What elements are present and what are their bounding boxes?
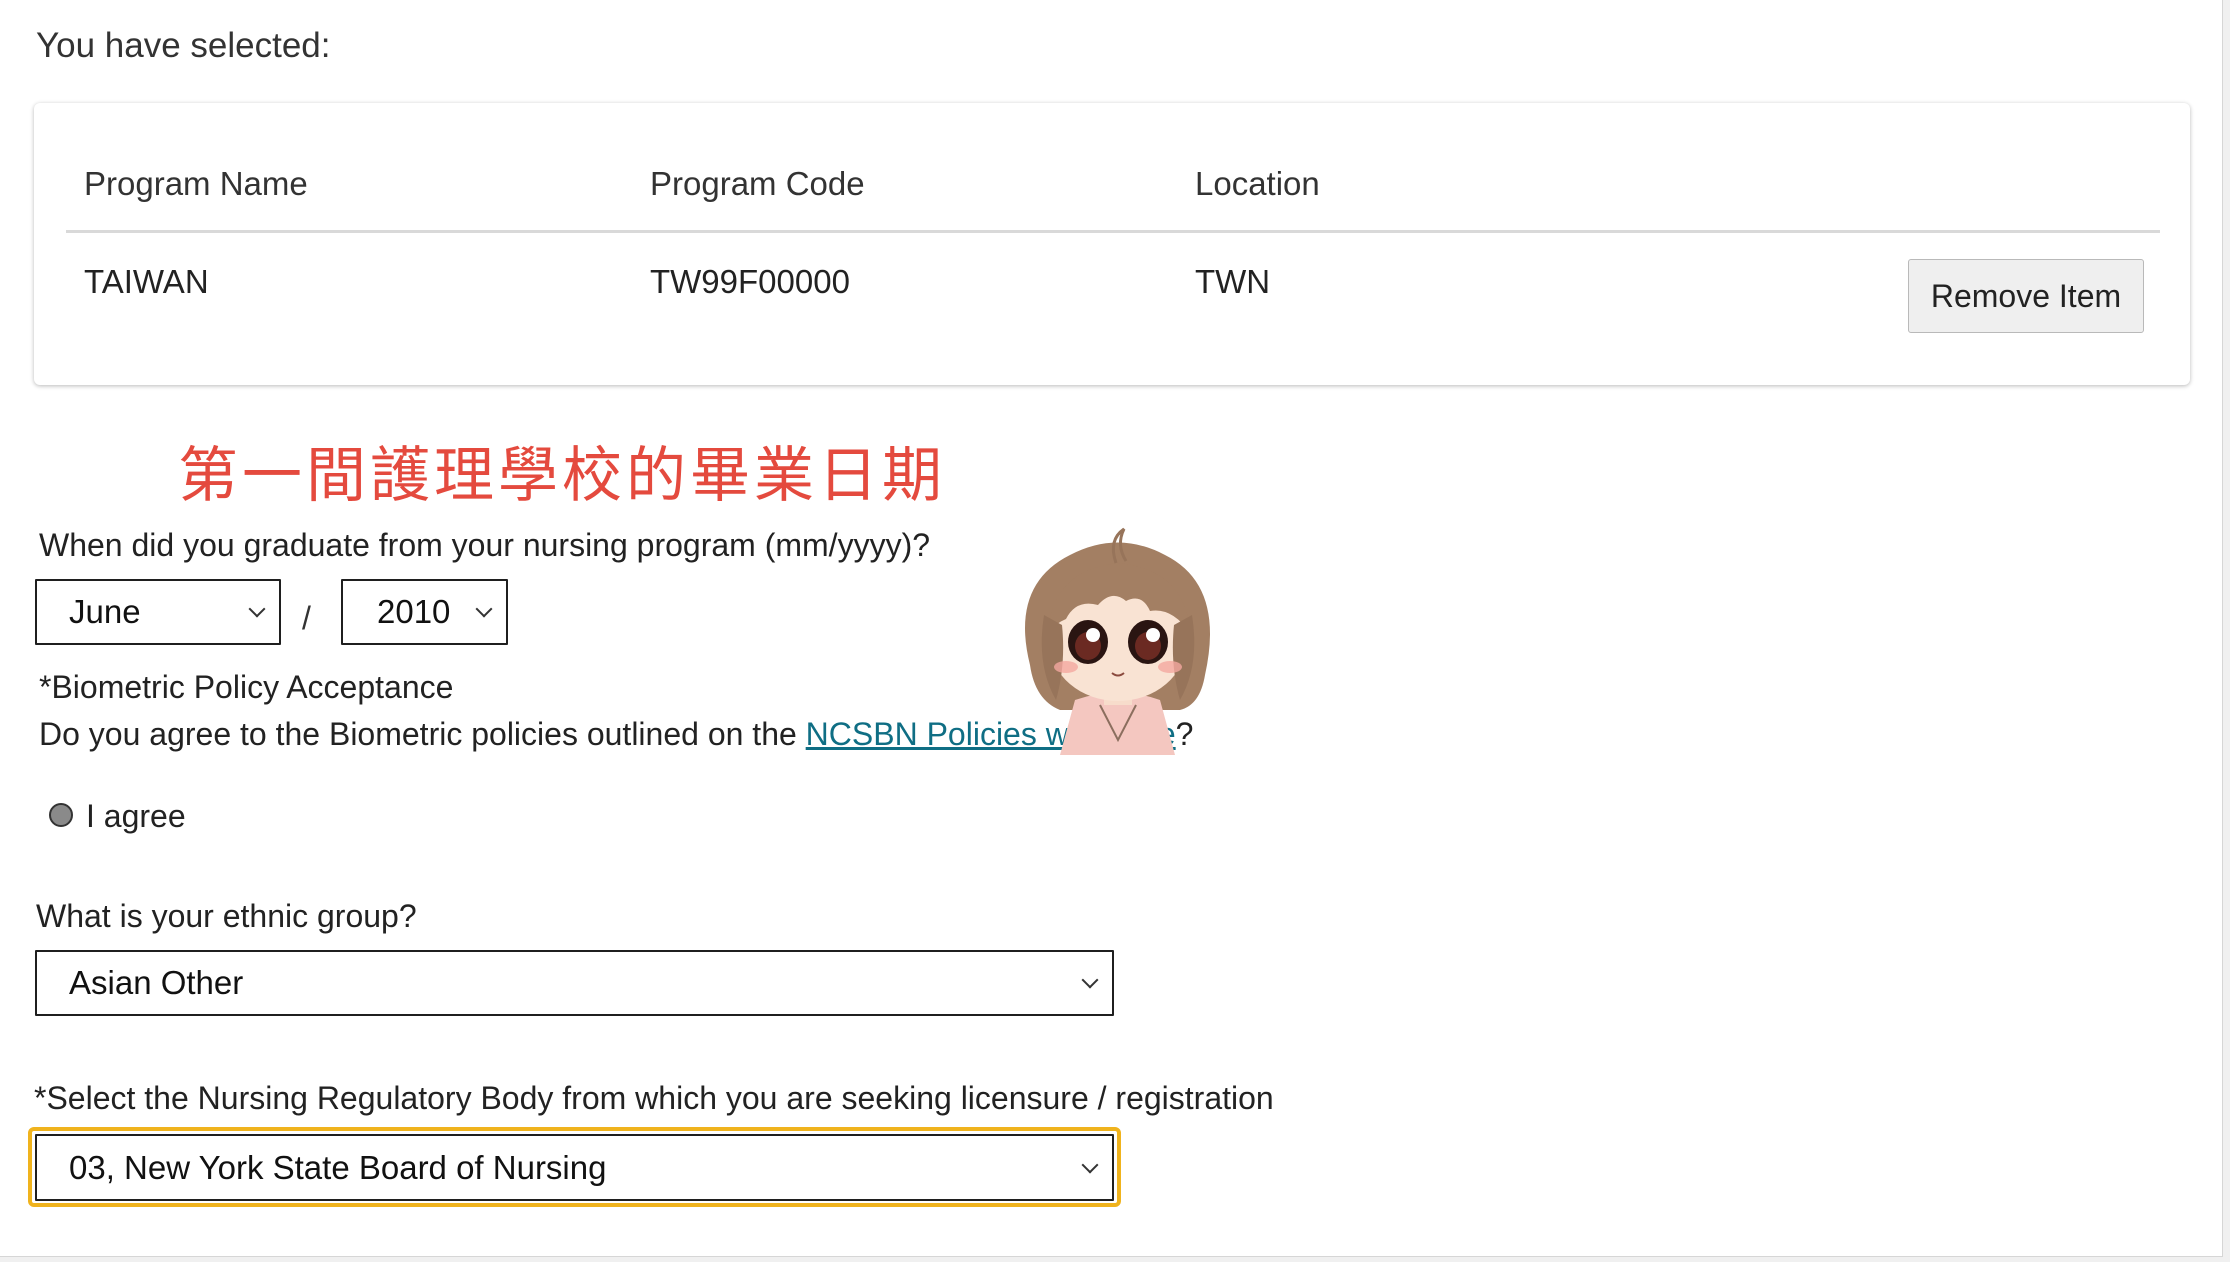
ethnic-question: What is your ethnic group? <box>36 898 417 934</box>
biometric-question-prefix: Do you agree to the Biometric policies o… <box>39 716 806 752</box>
ethnic-group-select[interactable]: Asian Other <box>35 950 1114 1016</box>
radio-icon[interactable] <box>49 803 73 827</box>
graduation-year-value: 2010 <box>377 593 451 630</box>
graduation-month-value: June <box>69 593 141 630</box>
graduation-month-select[interactable]: June <box>35 579 281 645</box>
selection-heading: You have selected: <box>36 26 331 65</box>
table-divider <box>66 230 2160 233</box>
graduation-year-select[interactable]: 2010 <box>341 579 508 645</box>
column-header-program-code: Program Code <box>650 165 865 202</box>
chevron-down-icon <box>475 600 493 618</box>
annotation-text: 第一間護理學校的畢業日期 <box>178 442 946 509</box>
mascot-icon <box>1025 527 1210 755</box>
chevron-down-icon <box>1081 1156 1099 1173</box>
regulatory-question: *Select the Nursing Regulatory Body from… <box>34 1080 1274 1116</box>
page: You have selected: Program Name Program … <box>0 0 2223 1257</box>
graduation-question: When did you graduate from your nursing … <box>39 527 931 563</box>
ethnic-group-value: Asian Other <box>69 964 244 1001</box>
regulatory-body-select[interactable]: 03, New York State Board of Nursing <box>35 1134 1114 1201</box>
cell-location: TWN <box>1195 263 1271 300</box>
selection-card: Program Name Program Code Location TAIWA… <box>34 103 2190 385</box>
remove-item-button[interactable]: Remove Item <box>1908 259 2144 333</box>
cell-program-name: TAIWAN <box>84 263 209 300</box>
regulatory-body-value: 03, New York State Board of Nursing <box>69 1148 607 1186</box>
agree-label[interactable]: I agree <box>86 798 186 835</box>
column-header-program-name: Program Name <box>84 165 308 202</box>
cell-program-code: TW99F00000 <box>650 263 850 300</box>
biometric-title: *Biometric Policy Acceptance <box>39 669 454 705</box>
date-separator: / <box>302 600 311 636</box>
chevron-down-icon <box>1081 971 1099 989</box>
chevron-down-icon <box>248 600 266 618</box>
column-header-location: Location <box>1195 165 1320 202</box>
